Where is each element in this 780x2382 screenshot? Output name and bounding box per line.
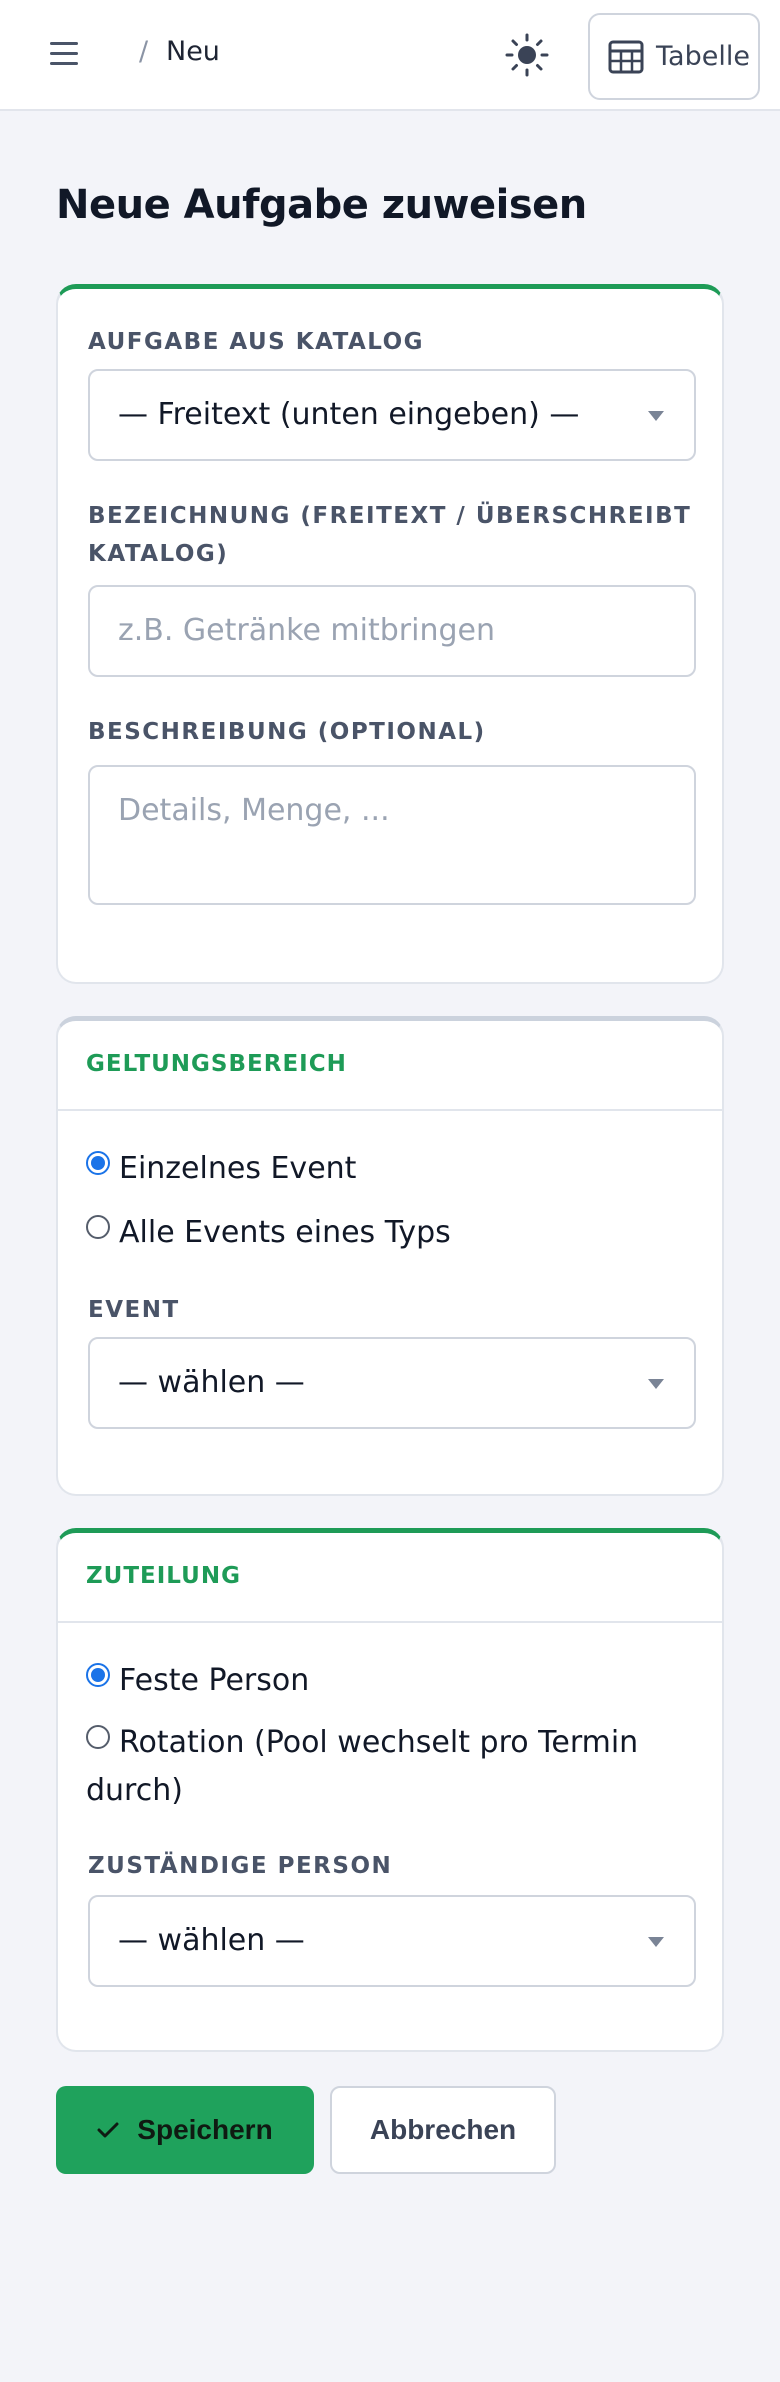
radio-label: Einzelnes Event (119, 1151, 357, 1186)
check-icon (97, 2122, 119, 2138)
catalog-select[interactable]: — Freitext (unten eingeben) — (88, 369, 696, 461)
chevron-down-icon (648, 1937, 664, 1947)
radio-button[interactable] (86, 1151, 110, 1175)
event-label: EVENT (88, 1297, 180, 1323)
radio-label: Alle Events eines Typs (119, 1215, 451, 1250)
scope-title: GELTUNGSBEREICH (86, 1051, 347, 1077)
radio-label: Rotation (Pool wechselt pro Termin (119, 1725, 639, 1760)
event-select-value: — wählen — (118, 1365, 305, 1400)
table-button-label: Tabelle (656, 41, 750, 72)
description-placeholder: Details, Menge, ... (118, 793, 390, 828)
assignment-header: ZUTEILUNG (58, 1533, 722, 1623)
assignment-card: ZUTEILUNG Feste Person Rotation (Pool we… (56, 1528, 724, 2052)
person-select-value: — wählen — (118, 1923, 305, 1958)
radio-button[interactable] (86, 1215, 110, 1239)
name-label: BEZEICHNUNG (FREITEXT / ÜBERSCHREIBT KAT… (88, 503, 692, 567)
radio-label: Feste Person (119, 1663, 310, 1698)
radio-all-events[interactable]: Alle Events eines Typs (86, 1209, 451, 1257)
task-card: AUFGABE AUS KATALOG — Freitext (unten ei… (56, 284, 724, 984)
sun-icon[interactable] (502, 30, 552, 80)
breadcrumb-separator: / (139, 36, 149, 67)
hamburger-icon[interactable] (46, 38, 82, 70)
table-view-button[interactable]: Tabelle (588, 13, 760, 100)
catalog-label: AUFGABE AUS KATALOG (88, 329, 425, 355)
radio-button[interactable] (86, 1663, 110, 1687)
catalog-select-value: — Freitext (unten eingeben) — (118, 397, 580, 432)
name-input[interactable]: z.B. Getränke mitbringen (88, 585, 696, 677)
table-icon (608, 40, 644, 73)
description-label: BESCHREIBUNG (OPTIONAL) (88, 719, 486, 745)
save-label: Speichern (137, 2114, 273, 2145)
radio-label-continuation: durch) (86, 1773, 183, 1808)
radio-rotation[interactable]: Rotation (Pool wechselt pro Termin (86, 1719, 696, 1767)
chevron-down-icon (648, 1379, 664, 1389)
name-input-placeholder: z.B. Getränke mitbringen (118, 613, 495, 648)
radio-single-event[interactable]: Einzelnes Event (86, 1145, 356, 1193)
page-title: Neue Aufgabe zuweisen (56, 182, 587, 228)
radio-fixed-person[interactable]: Feste Person (86, 1657, 309, 1705)
save-button[interactable]: Speichern (56, 2086, 314, 2174)
chevron-down-icon (648, 411, 664, 421)
cancel-button[interactable]: Abbrechen (330, 2086, 556, 2174)
description-textarea[interactable]: Details, Menge, ... (88, 765, 696, 905)
cancel-label: Abbrechen (369, 2114, 517, 2145)
radio-button[interactable] (86, 1725, 110, 1749)
person-label: ZUSTÄNDIGE PERSON (88, 1853, 393, 1879)
assignment-title: ZUTEILUNG (86, 1563, 241, 1589)
event-select[interactable]: — wählen — (88, 1337, 696, 1429)
scope-header: GELTUNGSBEREICH (58, 1021, 722, 1111)
person-select[interactable]: — wählen — (88, 1895, 696, 1987)
top-bar: / Neu Tabelle (0, 0, 780, 111)
scope-card: GELTUNGSBEREICH Einzelnes Event Alle Eve… (56, 1016, 724, 1496)
breadcrumb-current: Neu (166, 36, 220, 67)
